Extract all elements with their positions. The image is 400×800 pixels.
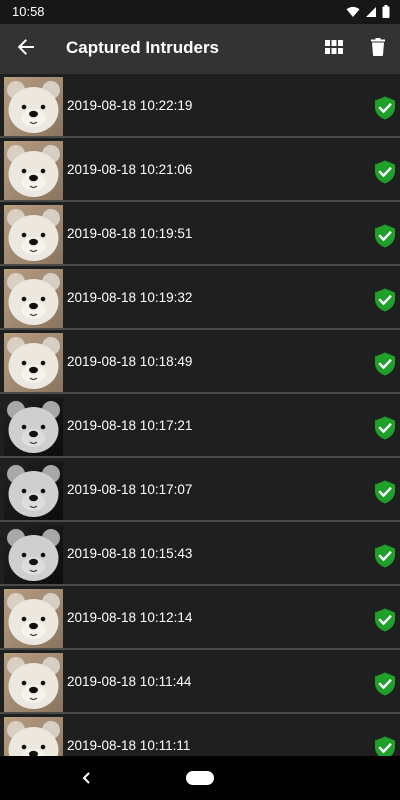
screen: 10:58 Captured Intruders 2019-08-18 10:2… <box>0 0 400 800</box>
intruder-photo-thumbnail[interactable] <box>4 525 63 584</box>
list-item[interactable]: 2019-08-18 10:15:43 <box>0 522 400 586</box>
back-button[interactable] <box>12 35 40 63</box>
list-item[interactable]: 2019-08-18 10:19:51 <box>0 202 400 266</box>
navigation-bar <box>0 756 400 800</box>
app-bar: Captured Intruders <box>0 24 400 74</box>
list-item[interactable]: 2019-08-18 10:17:07 <box>0 458 400 522</box>
shield-check-icon <box>374 288 396 312</box>
shield-check-icon <box>374 416 396 440</box>
grid-view-button[interactable] <box>322 37 346 61</box>
list-item[interactable]: 2019-08-18 10:11:11 <box>0 714 400 756</box>
list-item[interactable]: 2019-08-18 10:11:44 <box>0 650 400 714</box>
list-item[interactable]: 2019-08-18 10:18:49 <box>0 330 400 394</box>
intruder-photo-thumbnail[interactable] <box>4 589 63 648</box>
shield-check-icon <box>374 352 396 376</box>
list-item[interactable]: 2019-08-18 10:19:32 <box>0 266 400 330</box>
arrow-left-icon <box>17 38 35 61</box>
status-icons <box>346 5 390 18</box>
intruder-photo-thumbnail[interactable] <box>4 717 63 756</box>
grid-view-icon <box>325 39 343 59</box>
capture-timestamp: 2019-08-18 10:11:11 <box>67 738 191 753</box>
capture-timestamp: 2019-08-18 10:15:43 <box>67 546 193 561</box>
cell-signal-icon <box>365 6 377 18</box>
capture-timestamp: 2019-08-18 10:12:14 <box>67 610 193 625</box>
wifi-icon <box>346 6 360 18</box>
shield-check-icon <box>374 544 396 568</box>
shield-check-icon <box>374 96 396 120</box>
list-item[interactable]: 2019-08-18 10:12:14 <box>0 586 400 650</box>
capture-timestamp: 2019-08-18 10:11:44 <box>67 674 192 689</box>
intruder-list[interactable]: 2019-08-18 10:22:19 2019-08-18 10:21:06 <box>0 74 400 756</box>
capture-timestamp: 2019-08-18 10:17:07 <box>67 482 193 497</box>
shield-check-icon <box>374 480 396 504</box>
delete-button[interactable] <box>366 36 390 62</box>
capture-timestamp: 2019-08-18 10:18:49 <box>67 354 193 369</box>
intruder-photo-thumbnail[interactable] <box>4 141 63 200</box>
shield-check-icon <box>374 224 396 248</box>
intruder-photo-thumbnail[interactable] <box>4 653 63 712</box>
intruder-photo-thumbnail[interactable] <box>4 205 63 264</box>
shield-check-icon <box>374 672 396 696</box>
chevron-left-icon <box>80 772 94 792</box>
capture-timestamp: 2019-08-18 10:17:21 <box>67 418 193 433</box>
list-item[interactable]: 2019-08-18 10:22:19 <box>0 74 400 138</box>
capture-timestamp: 2019-08-18 10:22:19 <box>67 98 193 113</box>
nav-back-button[interactable] <box>80 768 94 788</box>
shield-check-icon <box>374 736 396 756</box>
intruder-photo-thumbnail[interactable] <box>4 397 63 456</box>
battery-icon <box>382 5 390 18</box>
list-item[interactable]: 2019-08-18 10:21:06 <box>0 138 400 202</box>
intruder-photo-thumbnail[interactable] <box>4 333 63 392</box>
page-title: Captured Intruders <box>66 38 220 57</box>
shield-check-icon <box>374 608 396 632</box>
nav-home-button[interactable] <box>186 771 214 785</box>
status-time: 10:58 <box>12 4 45 19</box>
capture-timestamp: 2019-08-18 10:21:06 <box>67 162 193 177</box>
status-bar: 10:58 <box>0 0 400 24</box>
trash-icon <box>371 37 385 61</box>
intruder-photo-thumbnail[interactable] <box>4 77 63 136</box>
capture-timestamp: 2019-08-18 10:19:51 <box>67 226 193 241</box>
intruder-photo-thumbnail[interactable] <box>4 269 63 328</box>
capture-timestamp: 2019-08-18 10:19:32 <box>67 290 193 305</box>
list-item[interactable]: 2019-08-18 10:17:21 <box>0 394 400 458</box>
intruder-photo-thumbnail[interactable] <box>4 461 63 520</box>
shield-check-icon <box>374 160 396 184</box>
